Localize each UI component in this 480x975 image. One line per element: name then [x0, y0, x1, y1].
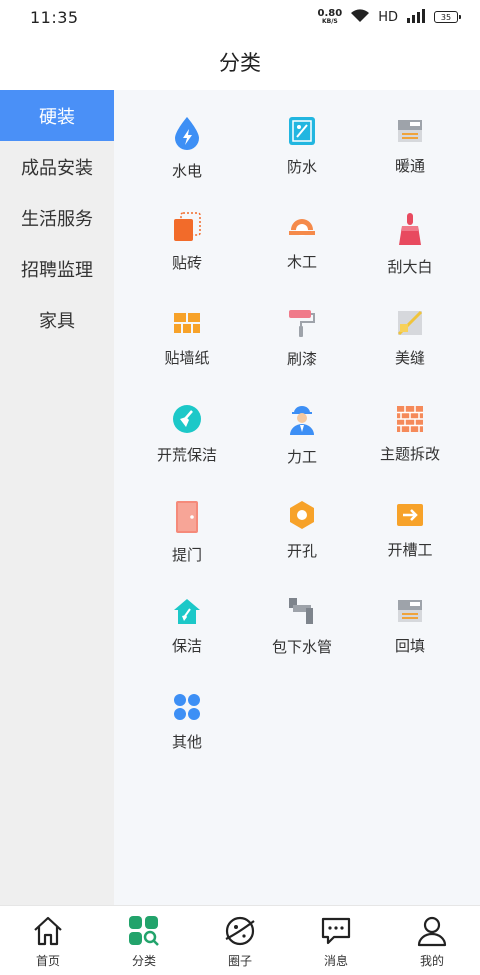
category-item-drilling[interactable]: 开孔: [248, 500, 356, 560]
tab-profile[interactable]: 我的: [384, 906, 480, 975]
status-bar: 11:35 0.80 KB/S HD 35: [0, 0, 480, 34]
planet-icon: [223, 914, 257, 948]
sidebar-item-life-services[interactable]: 生活服务: [0, 192, 114, 243]
category-icon: [127, 914, 161, 948]
network-speed: 0.80 KB/S: [318, 9, 343, 25]
water-drop-icon: [170, 116, 204, 150]
sidebar-item-hard-decoration[interactable]: 硬装: [0, 90, 114, 141]
tab-label: 分类: [131, 954, 156, 968]
tab-circle[interactable]: 圈子: [192, 906, 288, 975]
tile-grout-icon: [393, 308, 427, 337]
category-item-grooving[interactable]: 开槽工: [356, 500, 464, 560]
tab-label: 消息: [323, 954, 348, 968]
category-item-labor[interactable]: 力工: [248, 404, 356, 466]
pipe-icon: [285, 596, 319, 626]
category-item-wall-putty[interactable]: 刮大白: [356, 212, 464, 276]
brick-wall-icon: [393, 404, 427, 433]
sidebar-item-finished-install[interactable]: 成品安装: [0, 141, 114, 192]
paint-roller-icon: [285, 308, 319, 338]
network-type-label: HD: [378, 9, 398, 25]
category-item-wallpaper[interactable]: 贴墙纸: [126, 308, 248, 368]
category-item-cleaning[interactable]: 保洁: [126, 596, 248, 656]
category-item-waterproof[interactable]: 防水: [248, 116, 356, 176]
hex-nut-icon: [285, 500, 319, 530]
category-grid: 水电 防水 暖通 贴砖 木工 刮大白 贴墙纸 刷漆 美缝 开荒保洁 力工 主题拆…: [114, 116, 480, 752]
status-indicators: 0.80 KB/S HD 35: [318, 8, 461, 27]
category-grid-panel: 水电 防水 暖通 贴砖 木工 刮大白 贴墙纸 刷漆 美缝 开荒保洁 力工 主题拆…: [114, 90, 480, 905]
battery-icon: 35: [434, 11, 461, 23]
bottom-tab-bar: 首页 分类 圈子 消息 我的: [0, 905, 480, 975]
category-label: 开孔: [286, 542, 317, 560]
category-item-renovation[interactable]: 主题拆改: [356, 404, 464, 464]
wifi-icon: [350, 8, 370, 27]
category-label: 主题拆改: [379, 445, 440, 463]
category-item-tiling[interactable]: 贴砖: [126, 212, 248, 272]
category-label: 贴砖: [171, 254, 202, 272]
groove-icon: [393, 500, 427, 529]
backfill-icon: [393, 596, 427, 625]
category-item-painting[interactable]: 刷漆: [248, 308, 356, 368]
page-title: 分类: [219, 51, 261, 75]
home-icon: [31, 914, 65, 948]
brush-icon: [393, 212, 427, 246]
sidebar-item-recruit-supervision[interactable]: 招聘监理: [0, 243, 114, 294]
category-label: 贴墙纸: [164, 349, 210, 367]
tab-home[interactable]: 首页: [0, 906, 96, 975]
category-label: 提门: [171, 546, 202, 564]
category-label: 回填: [394, 637, 425, 655]
tab-label: 首页: [35, 954, 60, 968]
broom-icon: [170, 404, 204, 434]
sidebar-item-furniture[interactable]: 家具: [0, 294, 114, 345]
tab-label: 圈子: [227, 954, 252, 968]
title-bar: 分类: [0, 34, 480, 90]
profile-icon: [415, 914, 449, 948]
door-icon: [170, 500, 204, 534]
category-label: 包下水管: [271, 638, 332, 656]
category-label: 其他: [171, 733, 202, 751]
category-label: 防水: [286, 158, 317, 176]
message-icon: [319, 914, 353, 948]
heating-icon: [393, 116, 427, 145]
tab-category[interactable]: 分类: [96, 906, 192, 975]
waterproof-icon: [285, 116, 319, 146]
category-label: 暖通: [394, 157, 425, 175]
category-item-plumbing-electric[interactable]: 水电: [126, 116, 248, 180]
category-item-carpentry[interactable]: 木工: [248, 212, 356, 272]
category-item-tile-grout[interactable]: 美缝: [356, 308, 464, 368]
house-clean-icon: [170, 596, 204, 625]
category-item-backfill[interactable]: 回填: [356, 596, 464, 656]
network-speed-unit: KB/S: [321, 18, 338, 25]
signal-icon: [406, 8, 426, 27]
category-label: 力工: [286, 448, 317, 466]
category-item-post-build-cleaning[interactable]: 开荒保洁: [126, 404, 248, 464]
saw-icon: [285, 212, 319, 241]
wallpaper-icon: [170, 308, 204, 337]
tile-icon: [170, 212, 204, 242]
category-label: 刮大白: [387, 258, 433, 276]
category-label: 开荒保洁: [156, 446, 217, 464]
worker-icon: [285, 404, 319, 436]
category-label: 保洁: [171, 637, 202, 655]
category-label: 水电: [171, 162, 202, 180]
category-item-other[interactable]: 其他: [126, 692, 248, 752]
four-petal-icon: [170, 692, 204, 721]
category-label: 美缝: [394, 349, 425, 367]
category-item-hvac[interactable]: 暖通: [356, 116, 464, 176]
category-label: 刷漆: [286, 350, 317, 368]
status-time: 11:35: [30, 7, 79, 27]
category-label: 开槽工: [387, 541, 433, 559]
category-sidebar: 硬装 成品安装 生活服务 招聘监理 家具: [0, 90, 114, 905]
category-label: 木工: [286, 253, 317, 271]
category-item-drain-pipe[interactable]: 包下水管: [248, 596, 356, 656]
category-item-door[interactable]: 提门: [126, 500, 248, 564]
tab-messages[interactable]: 消息: [288, 906, 384, 975]
tab-label: 我的: [419, 954, 444, 968]
